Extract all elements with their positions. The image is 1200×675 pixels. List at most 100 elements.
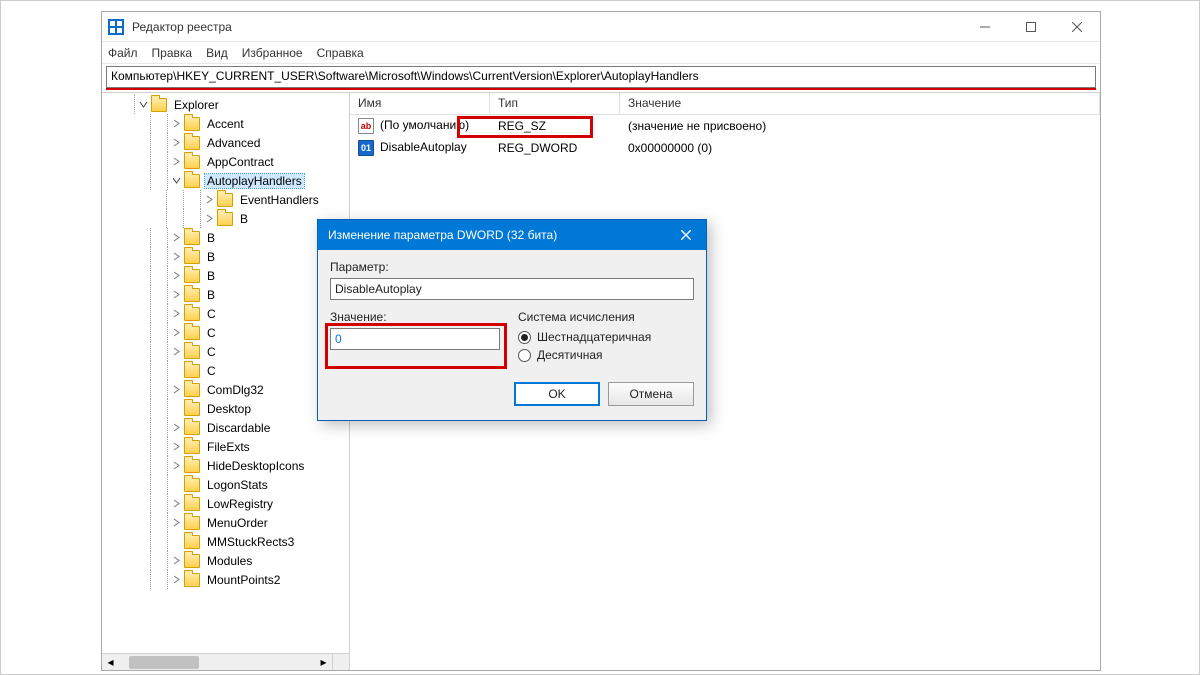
tree-item[interactable]: Modules [102,551,349,570]
folder-icon [184,117,200,131]
chevron-right-icon[interactable] [168,556,184,565]
radio-dec-label: Десятичная [537,348,603,362]
menu-view[interactable]: Вид [206,46,228,60]
tree-item[interactable]: FileExts [102,437,349,456]
chevron-right-icon[interactable] [168,138,184,147]
menu-file[interactable]: Файл [108,46,138,60]
chevron-right-icon[interactable] [168,309,184,318]
chevron-right-icon[interactable] [168,385,184,394]
tree-item[interactable]: C [102,304,349,323]
list-row[interactable]: 01DisableAutoplayREG_DWORD0x00000000 (0) [350,137,1100,159]
scroll-corner [332,653,349,670]
tree-item[interactable]: AutoplayHandlers [102,171,349,190]
tree-item[interactable]: LogonStats [102,475,349,494]
radio-dec[interactable]: Десятичная [518,348,651,362]
tree-item[interactable]: AppContract [102,152,349,171]
chevron-right-icon[interactable] [168,575,184,584]
chevron-down-icon[interactable] [135,100,151,109]
folder-icon [184,516,200,530]
value-field[interactable] [330,328,500,350]
chevron-right-icon[interactable] [168,252,184,261]
tree-item-label: B [205,231,217,245]
chevron-right-icon[interactable] [168,271,184,280]
scroll-thumb[interactable] [129,656,199,669]
tree-item[interactable]: MMStuckRects3 [102,532,349,551]
folder-icon [184,136,200,150]
scroll-left-icon[interactable]: ◂ [102,654,119,671]
tree-item[interactable]: C [102,323,349,342]
folder-icon [184,497,200,511]
tree-item[interactable]: B [102,285,349,304]
chevron-down-icon[interactable] [168,176,184,185]
param-label: Параметр: [330,260,694,274]
chevron-right-icon[interactable] [168,442,184,451]
chevron-right-icon[interactable] [201,195,217,204]
menu-edit[interactable]: Правка [152,46,193,60]
minimize-button[interactable] [962,12,1008,41]
col-header-type[interactable]: Тип [490,93,620,114]
chevron-right-icon[interactable] [168,233,184,242]
folder-icon [151,98,167,112]
scroll-track[interactable] [119,654,315,670]
tree-item[interactable]: Advanced [102,133,349,152]
folder-icon [184,269,200,283]
chevron-right-icon[interactable] [201,214,217,223]
tree-item[interactable]: MountPoints2 [102,570,349,589]
chevron-right-icon[interactable] [168,157,184,166]
folder-icon [184,535,200,549]
tree-item-label: MMStuckRects3 [205,535,296,549]
col-header-value[interactable]: Значение [620,93,1100,114]
tree-item-label: Advanced [205,136,262,150]
radio-hex[interactable]: Шестнадцатеричная [518,330,651,344]
tree-item[interactable]: Desktop [102,399,349,418]
tree-item[interactable]: C [102,361,349,380]
chevron-right-icon[interactable] [168,347,184,356]
cancel-button[interactable]: Отмена [608,382,694,406]
tree-list[interactable]: Explorer Accent Advanced AppContractAutopla… [102,93,349,653]
dialog-title: Изменение параметра DWORD (32 бита) [328,228,557,242]
list-body[interactable]: ab(По умолчанию)REG_SZ(значение не присв… [350,115,1100,159]
folder-icon [184,345,200,359]
tree-item-label: Desktop [205,402,253,416]
dialog-close-button[interactable] [666,220,706,250]
close-button[interactable] [1054,12,1100,41]
value-name: (По умолчанию) [380,118,469,132]
maximize-button[interactable] [1008,12,1054,41]
list-header: Имя Тип Значение [350,93,1100,115]
tree-item[interactable]: MenuOrder [102,513,349,532]
tree-item[interactable]: Accent [102,114,349,133]
tree-horizontal-scrollbar[interactable]: ◂ ▸ [102,653,332,670]
col-header-name[interactable]: Имя [350,93,490,114]
chevron-right-icon[interactable] [168,290,184,299]
tree-item-label: LowRegistry [205,497,275,511]
ok-button[interactable]: OK [514,382,600,406]
tree-item[interactable]: ComDlg32 [102,380,349,399]
chevron-right-icon[interactable] [168,461,184,470]
folder-icon [184,364,200,378]
chevron-right-icon[interactable] [168,499,184,508]
tree-item-label: B [205,288,217,302]
list-row[interactable]: ab(По умолчанию)REG_SZ(значение не присв… [350,115,1100,137]
tree-item-label: Accent [205,117,246,131]
address-bar[interactable]: Компьютер\HKEY_CURRENT_USER\Software\Mic… [106,66,1096,88]
tree-item[interactable]: B [102,209,349,228]
tree-item[interactable]: Explorer [102,95,349,114]
tree-item[interactable]: B [102,266,349,285]
chevron-right-icon[interactable] [168,328,184,337]
tree-item-label: MenuOrder [205,516,270,530]
tree-item[interactable]: B [102,228,349,247]
chevron-right-icon[interactable] [168,423,184,432]
dword-value-icon: 01 [358,140,374,156]
tree-item[interactable]: EventHandlers [102,190,349,209]
menu-help[interactable]: Справка [317,46,364,60]
tree-item[interactable]: HideDesktopIcons [102,456,349,475]
tree-item[interactable]: Discardable [102,418,349,437]
tree-item[interactable]: B [102,247,349,266]
value-data: 0x00000000 (0) [620,141,1100,155]
menu-fav[interactable]: Избранное [242,46,303,60]
tree-item[interactable]: C [102,342,349,361]
scroll-right-icon[interactable]: ▸ [315,654,332,671]
chevron-right-icon[interactable] [168,119,184,128]
chevron-right-icon[interactable] [168,518,184,527]
tree-item[interactable]: LowRegistry [102,494,349,513]
